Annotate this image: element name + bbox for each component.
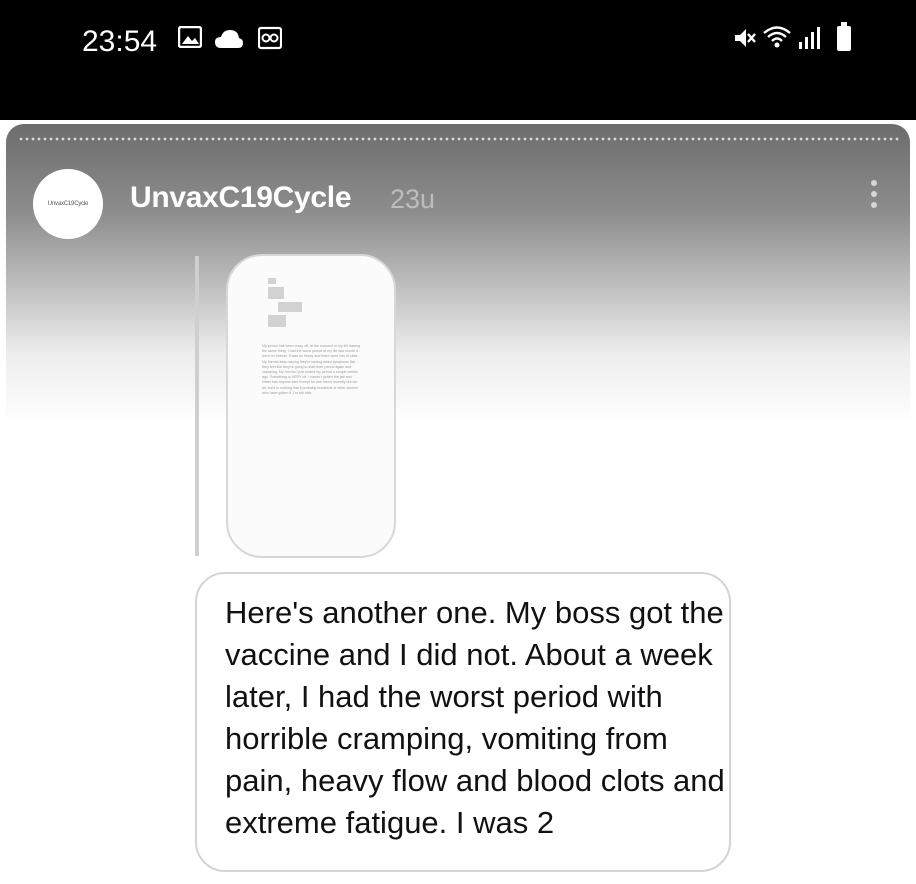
owl-icon [257,26,283,55]
reply-quote-line [195,256,199,556]
story-time-ago: 23u [390,184,436,214]
avatar[interactable]: UnvaxC19Cycle [33,169,103,239]
shared-post-thumbnail[interactable]: My period has been crazy off, at the mom… [226,254,396,558]
story-progress-bar [18,137,900,141]
message-bubble: Here's another one. My boss got the vacc… [195,572,731,872]
message-text: Here's another one. My boss got the vacc… [225,595,725,840]
signal-icon [798,26,824,55]
mute-icon [733,26,757,55]
cloud-icon [214,29,244,54]
image-icon [177,25,203,53]
thumbnail-image-blocks [268,278,302,330]
more-vertical-icon[interactable] [866,176,882,220]
battery-icon [836,22,852,57]
wifi-icon [762,24,792,55]
thumbnail-text: My period has been crazy off, at the mom… [262,344,360,395]
avatar-label: UnvaxC19Cycle [47,201,89,207]
story-username[interactable]: UnvaxC19Cycle [130,180,352,216]
status-time: 23:54 [82,25,158,58]
status-bar: 23:54 [0,0,916,120]
